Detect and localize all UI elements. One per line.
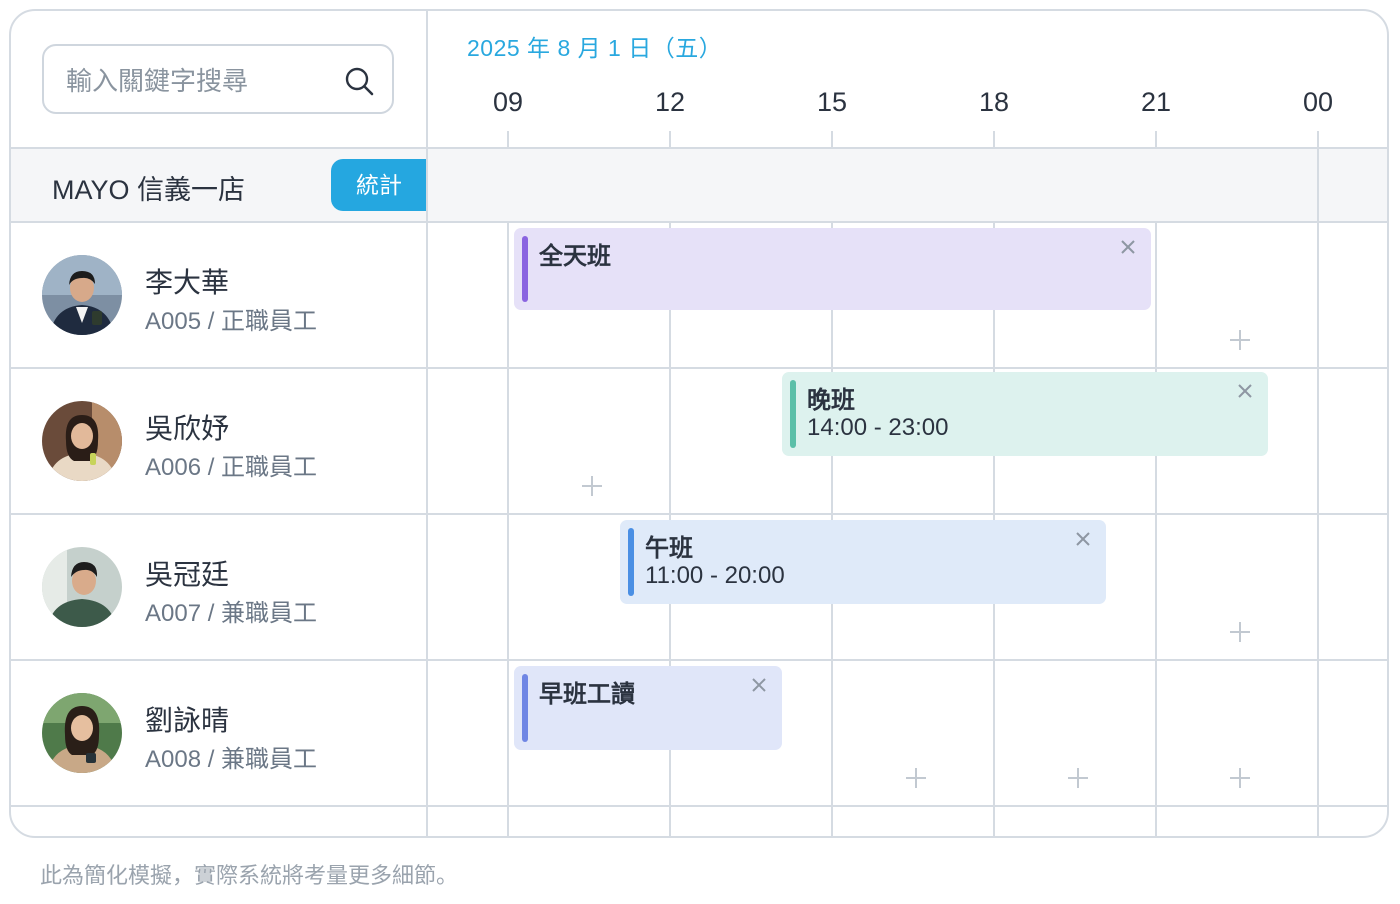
avatar: [42, 693, 122, 773]
avatar: [42, 255, 122, 335]
hour-tick: [1155, 131, 1157, 148]
avatar: [42, 401, 122, 481]
hour-tick: [1317, 131, 1319, 148]
close-icon[interactable]: [1119, 238, 1137, 256]
shift-accent-bar: [522, 236, 528, 302]
shift-accent-bar: [522, 674, 528, 742]
divider: [11, 659, 1387, 661]
hour-label: 09: [492, 87, 524, 117]
search-input[interactable]: [64, 58, 328, 104]
plus-icon[interactable]: [905, 767, 927, 789]
close-icon[interactable]: [1074, 530, 1092, 548]
divider: [11, 367, 1387, 369]
employee-id-type: A008 / 兼職員工: [145, 746, 318, 773]
employee-name: 吳欣妤: [145, 413, 230, 444]
shift-block[interactable]: 午班 11:00 - 20:00: [620, 520, 1106, 604]
shift-accent-bar: [628, 528, 634, 596]
divider: [11, 221, 1387, 223]
hour-label: 12: [654, 87, 686, 117]
hour-label: 00: [1302, 87, 1334, 117]
search-box[interactable]: [42, 44, 394, 114]
store-name: MAYO 信義一店: [52, 175, 246, 205]
hour-tick: [507, 131, 509, 148]
employee-name: 李大華: [145, 267, 230, 298]
close-icon[interactable]: [750, 676, 768, 694]
divider: [11, 147, 1387, 149]
plus-icon[interactable]: [1229, 621, 1251, 643]
search-icon[interactable]: [344, 66, 374, 96]
employee-id-type: A007 / 兼職員工: [145, 600, 318, 627]
shift-block[interactable]: 早班工讀: [514, 666, 782, 750]
stats-button[interactable]: 統計: [331, 159, 427, 211]
hour-gridline: [1155, 222, 1157, 836]
plus-icon[interactable]: [1229, 767, 1251, 789]
hour-gridline: [507, 222, 509, 836]
plus-icon[interactable]: [1229, 329, 1251, 351]
timeline-date: 2025 年 8 月 1 日（五）: [467, 35, 723, 61]
schedule-panel: 2025 年 8 月 1 日（五） 09 12 15 18 21 00 MAYO…: [9, 9, 1389, 838]
shift-block[interactable]: 全天班: [514, 228, 1151, 310]
hour-gridline: [1317, 148, 1319, 222]
hour-label: 15: [816, 87, 848, 117]
plus-icon[interactable]: [581, 475, 603, 497]
shift-block[interactable]: 晚班 14:00 - 23:00: [782, 372, 1268, 456]
hour-tick: [669, 131, 671, 148]
shift-time: 11:00 - 20:00: [645, 562, 785, 589]
hour-gridline: [1317, 222, 1319, 836]
shift-time: 14:00 - 23:00: [807, 414, 949, 441]
shift-title: 早班工讀: [539, 681, 635, 708]
avatar: [42, 547, 122, 627]
hour-tick: [993, 131, 995, 148]
shift-title: 午班: [645, 535, 693, 562]
shift-title: 全天班: [539, 243, 611, 270]
plus-icon[interactable]: [1067, 767, 1089, 789]
shift-accent-bar: [790, 380, 796, 448]
shift-title: 晚班: [807, 387, 855, 414]
employee-name: 劉詠晴: [145, 705, 230, 736]
hour-label: 18: [978, 87, 1010, 117]
divider: [11, 513, 1387, 515]
hour-tick: [831, 131, 833, 148]
employee-name: 吳冠廷: [145, 559, 230, 590]
employee-id-type: A005 / 正職員工: [145, 308, 318, 335]
footer-note: 此為簡化模擬，實際系統將考量更多細節。: [40, 863, 459, 888]
divider: [11, 805, 1387, 807]
close-icon[interactable]: [1236, 382, 1254, 400]
column-divider: [426, 11, 428, 836]
hour-label: 21: [1140, 87, 1172, 117]
employee-id-type: A006 / 正職員工: [145, 454, 318, 481]
